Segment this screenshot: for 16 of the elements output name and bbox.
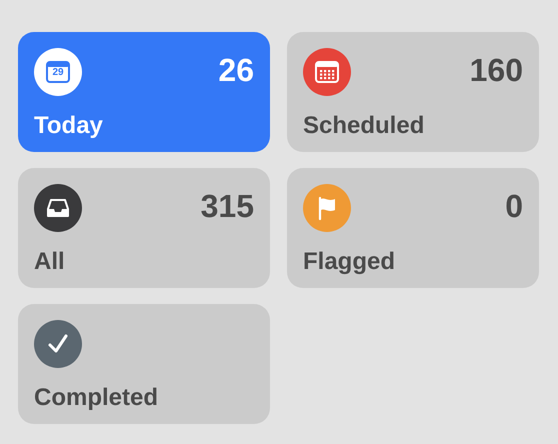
list-title: Today [34, 114, 104, 138]
list-title: Flagged [303, 250, 396, 274]
calendar-icon: 29 [45, 59, 71, 85]
list-title: All [34, 250, 66, 274]
smart-list-card[interactable]: 315 All [18, 168, 270, 288]
list-title: Completed [34, 386, 160, 410]
smart-list-card[interactable]: 0 Flagged [287, 168, 539, 288]
count: 0 [505, 190, 523, 222]
count: 26 [218, 54, 254, 86]
count: 315 [200, 190, 254, 222]
smart-list-card[interactable]: 29 26 Today [18, 32, 270, 152]
smart-list-card[interactable]: Completed [18, 304, 270, 424]
smart-list-card[interactable]: 160 Scheduled [287, 32, 539, 152]
count: 160 [470, 54, 523, 86]
list-title: Scheduled [303, 114, 426, 138]
calendar-icon [314, 59, 340, 85]
